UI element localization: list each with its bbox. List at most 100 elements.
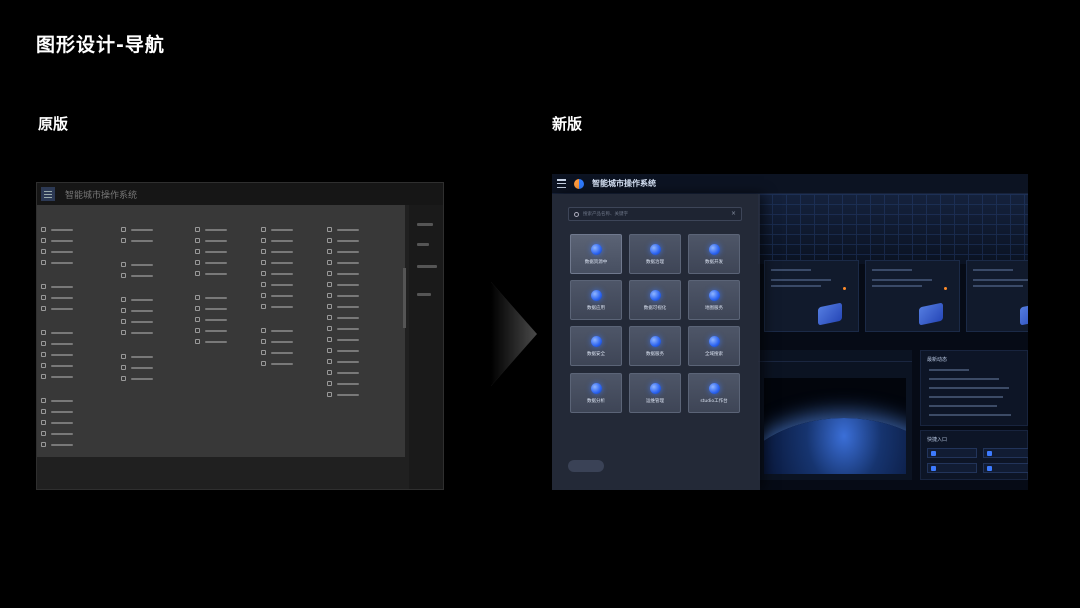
- old-menu-icon[interactable]: [41, 187, 55, 201]
- old-menu-item-icon: [195, 227, 200, 232]
- nav-tile[interactable]: 数据应用: [570, 280, 622, 320]
- old-menu-item[interactable]: [41, 371, 103, 382]
- old-menu-item[interactable]: [261, 336, 323, 347]
- old-menu-item-icon: [195, 260, 200, 265]
- nav-tile[interactable]: 运维管理: [629, 373, 681, 413]
- old-menu-item[interactable]: [327, 268, 389, 279]
- label-old-version: 原版: [38, 115, 69, 133]
- old-menu-item[interactable]: [327, 312, 389, 323]
- old-menu-item[interactable]: [327, 345, 389, 356]
- old-menu-item[interactable]: [195, 224, 257, 235]
- old-menu-item[interactable]: [41, 257, 103, 268]
- old-menu-item-icon: [41, 409, 46, 414]
- quick-entry-chip[interactable]: [983, 448, 1028, 458]
- old-menu-item[interactable]: [41, 406, 103, 417]
- old-menu-item[interactable]: [41, 349, 103, 360]
- overlay-footer-button[interactable]: [568, 460, 604, 472]
- old-menu-item[interactable]: [261, 224, 323, 235]
- old-menu-item[interactable]: [41, 395, 103, 406]
- old-menu-item[interactable]: [41, 292, 103, 303]
- old-menu-item[interactable]: [261, 358, 323, 369]
- old-menu-item[interactable]: [261, 347, 323, 358]
- nav-tile[interactable]: 地图服务: [688, 280, 740, 320]
- nav-tile[interactable]: 数据开发: [688, 234, 740, 274]
- nav-tile[interactable]: 数据服务: [629, 326, 681, 366]
- old-menu-item-icon: [195, 249, 200, 254]
- old-menu-item[interactable]: [261, 301, 323, 312]
- old-menu-item[interactable]: [41, 417, 103, 428]
- old-menu-item[interactable]: [41, 235, 103, 246]
- feature-card[interactable]: [966, 260, 1028, 332]
- old-menu-item-icon: [261, 361, 266, 366]
- nav-tile[interactable]: 全域搜索: [688, 326, 740, 366]
- old-menu-item[interactable]: [195, 246, 257, 257]
- old-menu-item[interactable]: [327, 246, 389, 257]
- old-menu-item[interactable]: [41, 338, 103, 349]
- old-menu-item[interactable]: [261, 268, 323, 279]
- old-menu-item-icon: [41, 398, 46, 403]
- old-menu-item[interactable]: [195, 336, 257, 347]
- old-menu-item[interactable]: [41, 360, 103, 371]
- old-menu-item[interactable]: [121, 235, 183, 246]
- old-scrollbar[interactable]: [403, 268, 406, 328]
- nav-tile[interactable]: 数据资源中: [570, 234, 622, 274]
- old-menu-item[interactable]: [121, 270, 183, 281]
- old-menu-item[interactable]: [195, 257, 257, 268]
- old-menu-item[interactable]: [261, 246, 323, 257]
- old-menu-item[interactable]: [195, 314, 257, 325]
- feature-card[interactable]: [865, 260, 960, 332]
- old-menu-item[interactable]: [195, 303, 257, 314]
- nav-tile-label: 地图服务: [705, 306, 723, 311]
- old-menu-item[interactable]: [41, 246, 103, 257]
- old-menu-item[interactable]: [121, 305, 183, 316]
- old-menu-item[interactable]: [261, 325, 323, 336]
- old-menu-item[interactable]: [327, 290, 389, 301]
- old-menu-item[interactable]: [327, 257, 389, 268]
- feature-card[interactable]: [764, 260, 859, 332]
- old-menu-item[interactable]: [327, 224, 389, 235]
- old-menu-item[interactable]: [41, 428, 103, 439]
- old-menu-item[interactable]: [261, 235, 323, 246]
- nav-tile[interactable]: 数据治理: [629, 234, 681, 274]
- old-menu-item[interactable]: [261, 290, 323, 301]
- old-menu-item[interactable]: [121, 362, 183, 373]
- search-input[interactable]: 搜索产品名称、关键字 ×: [568, 207, 742, 221]
- old-menu-item[interactable]: [195, 325, 257, 336]
- clear-icon[interactable]: ×: [731, 211, 736, 217]
- old-menu-item[interactable]: [327, 367, 389, 378]
- quick-entry-chip[interactable]: [927, 448, 977, 458]
- old-menu-item[interactable]: [327, 356, 389, 367]
- old-menu-item[interactable]: [327, 323, 389, 334]
- old-menu-item[interactable]: [121, 224, 183, 235]
- nav-tile[interactable]: studio工作台: [688, 373, 740, 413]
- nav-tile[interactable]: 数据分析: [570, 373, 622, 413]
- old-menu-item[interactable]: [261, 257, 323, 268]
- old-menu-item[interactable]: [327, 334, 389, 345]
- old-menu-item[interactable]: [41, 224, 103, 235]
- old-menu-item[interactable]: [41, 327, 103, 338]
- old-menu-item[interactable]: [121, 259, 183, 270]
- old-menu-item[interactable]: [121, 351, 183, 362]
- old-menu-item[interactable]: [327, 301, 389, 312]
- old-menu-item[interactable]: [121, 294, 183, 305]
- old-menu-item[interactable]: [121, 327, 183, 338]
- old-menu-item[interactable]: [41, 303, 103, 314]
- old-menu-item[interactable]: [195, 292, 257, 303]
- old-menu-item[interactable]: [327, 279, 389, 290]
- nav-tile[interactable]: 数据安全: [570, 326, 622, 366]
- nav-tile-icon: [709, 383, 720, 394]
- old-menu-item[interactable]: [327, 235, 389, 246]
- quick-entry-chip[interactable]: [983, 463, 1028, 473]
- nav-tile[interactable]: 数据可视化: [629, 280, 681, 320]
- old-menu-item[interactable]: [195, 268, 257, 279]
- old-menu-item[interactable]: [41, 281, 103, 292]
- old-menu-item[interactable]: [195, 235, 257, 246]
- old-menu-item[interactable]: [121, 373, 183, 384]
- old-menu-item[interactable]: [261, 279, 323, 290]
- old-menu-item[interactable]: [327, 378, 389, 389]
- old-menu-item[interactable]: [121, 316, 183, 327]
- menu-icon[interactable]: [557, 179, 566, 188]
- old-menu-item[interactable]: [41, 439, 103, 450]
- old-menu-item[interactable]: [327, 389, 389, 400]
- quick-entry-chip[interactable]: [927, 463, 977, 473]
